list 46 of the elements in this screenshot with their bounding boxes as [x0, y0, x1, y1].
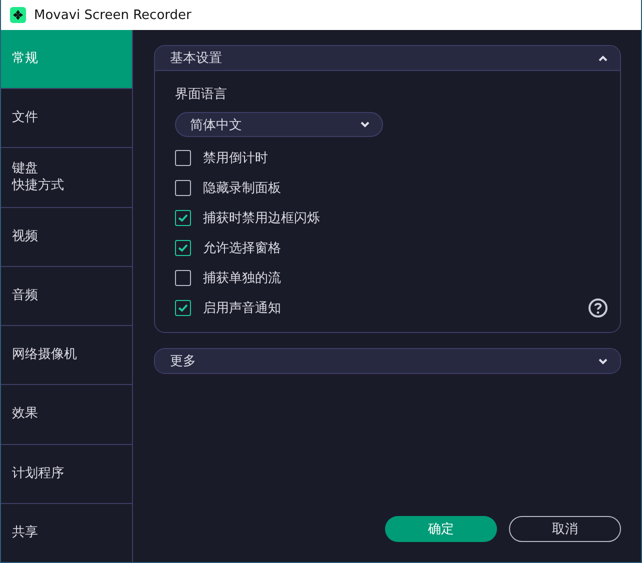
- language-label: 界面语言: [175, 86, 228, 103]
- checkmark-icon: [178, 304, 188, 312]
- sidebar-item-label: 计划程序: [12, 466, 64, 482]
- checkbox[interactable]: [175, 240, 191, 256]
- checkmark-icon: [178, 214, 188, 222]
- chevron-up-icon: [598, 54, 608, 62]
- checkbox[interactable]: [175, 210, 191, 226]
- checkbox[interactable]: [175, 270, 191, 286]
- sidebar-item[interactable]: 共享: [1, 504, 132, 562]
- sidebar-item[interactable]: 视频: [1, 208, 132, 267]
- checkbox[interactable]: [175, 180, 191, 196]
- sidebar-item[interactable]: 常规: [1, 30, 132, 90]
- section-header[interactable]: 基本设置: [155, 46, 620, 71]
- help-icon[interactable]: [588, 298, 608, 318]
- sidebar-item-label: 键盘: [12, 161, 38, 178]
- sidebar-item-label: 常规: [12, 50, 38, 68]
- app-logo-icon: [10, 7, 26, 23]
- sidebar-item-label: 共享: [12, 524, 38, 541]
- language-dropdown[interactable]: 简体中文: [175, 112, 383, 137]
- sidebar-item-label: 效果: [12, 406, 38, 423]
- checkbox-label: 禁用倒计时: [203, 150, 269, 167]
- section-header[interactable]: 更多: [155, 349, 620, 373]
- sidebar-item-label: 文件: [12, 110, 38, 126]
- chevron-down-icon: [360, 121, 370, 128]
- sidebar-item[interactable]: 文件: [1, 89, 132, 148]
- sidebar-item-label: 音频: [12, 288, 38, 304]
- sidebar-item[interactable]: 计划程序: [1, 444, 132, 504]
- sidebar-item-label: 网络摄像机: [12, 347, 77, 364]
- checkbox-label: 捕获时禁用边框闪烁: [203, 210, 321, 227]
- checkmark-icon: [178, 244, 188, 252]
- chevron-down-icon: [598, 358, 608, 364]
- cancel-button[interactable]: 取消: [509, 516, 621, 542]
- sidebar-item-label: 视频: [12, 228, 38, 245]
- sidebar-item[interactable]: 效果: [1, 385, 132, 445]
- checkbox-label: 允许选择窗格: [203, 240, 282, 257]
- sidebar-item[interactable]: 音频: [1, 266, 132, 326]
- sidebar-item[interactable]: 键盘 快捷方式: [1, 148, 132, 208]
- checkbox[interactable]: [175, 150, 191, 166]
- checkbox-label: 捕获单独的流: [203, 270, 282, 287]
- sidebar-item[interactable]: 网络摄像机: [1, 326, 132, 386]
- checkbox-label: 隐藏录制面板: [203, 180, 282, 197]
- checkbox-label: 启用声音通知: [203, 300, 282, 317]
- window-title: Movavi Screen Recorder: [34, 8, 192, 22]
- sidebar-item-label: 快捷方式: [12, 178, 64, 194]
- ok-button[interactable]: 确定: [385, 516, 497, 542]
- checkbox[interactable]: [175, 300, 191, 316]
